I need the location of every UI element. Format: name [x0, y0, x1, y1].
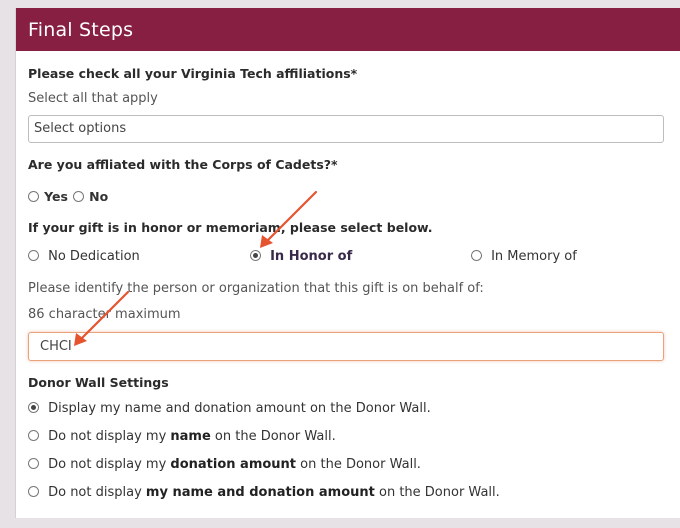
- donor-wall-label-3-pre: Do not display my: [48, 457, 171, 472]
- behalf-input[interactable]: CHCI: [28, 332, 664, 361]
- dedication-option-none[interactable]: No Dedication: [28, 245, 140, 264]
- donor-wall-radio-4[interactable]: [28, 486, 39, 497]
- corps-no-label[interactable]: No: [89, 189, 108, 204]
- donor-wall-label-3[interactable]: Do not display my donation amount on the…: [48, 457, 421, 472]
- final-steps-panel: Final Steps Please check all your Virgin…: [15, 8, 680, 518]
- affiliations-label: Please check all your Virginia Tech affi…: [28, 66, 358, 81]
- dedication-option-memory[interactable]: In Memory of: [471, 245, 577, 264]
- donor-wall-label-3-bold: donation amount: [170, 457, 297, 472]
- donor-wall-radio-1[interactable]: [28, 402, 39, 413]
- corps-label: Are you affliated with the Corps of Cade…: [28, 157, 338, 172]
- donor-wall-label-4-bold: my name and donation amount: [145, 485, 375, 500]
- donor-wall-label-4[interactable]: Do not display my name and donation amou…: [48, 485, 500, 500]
- affiliations-select[interactable]: Select options: [28, 115, 664, 143]
- in-memory-of-radio[interactable]: [471, 250, 482, 261]
- donor-wall-option-2[interactable]: Do not display my name on the Donor Wall…: [28, 425, 336, 444]
- dedication-label: If your gift is in honor or memoriam, pl…: [28, 220, 433, 235]
- donor-wall-label-1[interactable]: Display my name and donation amount on t…: [48, 401, 431, 416]
- donor-wall-option-1[interactable]: Display my name and donation amount on t…: [28, 397, 431, 416]
- donor-wall-label-2-pre: Do not display my: [48, 429, 171, 444]
- donor-wall-label-2[interactable]: Do not display my name on the Donor Wall…: [48, 429, 336, 444]
- in-memory-of-label[interactable]: In Memory of: [491, 249, 577, 264]
- behalf-max-hint: 86 character maximum: [28, 307, 181, 322]
- behalf-label: Please identify the person or organizati…: [28, 281, 484, 296]
- corps-options: Yes No: [28, 186, 108, 205]
- affiliations-select-placeholder: Select options: [34, 121, 127, 136]
- dedication-option-honor[interactable]: In Honor of: [250, 245, 352, 264]
- in-honor-of-label[interactable]: In Honor of: [270, 249, 352, 264]
- donor-wall-option-4[interactable]: Do not display my name and donation amou…: [28, 481, 500, 500]
- donor-wall-radio-2[interactable]: [28, 430, 39, 441]
- behalf-input-value: CHCI: [40, 339, 72, 354]
- no-dedication-radio[interactable]: [28, 250, 39, 261]
- donor-wall-label-3-post: on the Donor Wall.: [296, 457, 421, 472]
- in-honor-of-radio[interactable]: [250, 250, 261, 261]
- donor-wall-label-2-post: on the Donor Wall.: [210, 429, 336, 444]
- section-header: Final Steps: [16, 8, 680, 51]
- donor-wall-radio-3[interactable]: [28, 458, 39, 469]
- donor-wall-title: Donor Wall Settings: [28, 375, 169, 390]
- corps-no-radio[interactable]: [73, 191, 85, 202]
- corps-yes-radio[interactable]: [28, 191, 39, 202]
- donor-wall-label-4-post: on the Donor Wall.: [374, 485, 500, 500]
- affiliations-hint: Select all that apply: [28, 91, 158, 106]
- donor-wall-option-3[interactable]: Do not display my donation amount on the…: [28, 453, 421, 472]
- donor-wall-label-4-pre: Do not display: [48, 485, 146, 500]
- no-dedication-label[interactable]: No Dedication: [48, 249, 140, 264]
- donor-wall-label-2-bold: name: [170, 429, 211, 444]
- section-title: Final Steps: [28, 19, 134, 41]
- corps-yes-label[interactable]: Yes: [44, 189, 68, 204]
